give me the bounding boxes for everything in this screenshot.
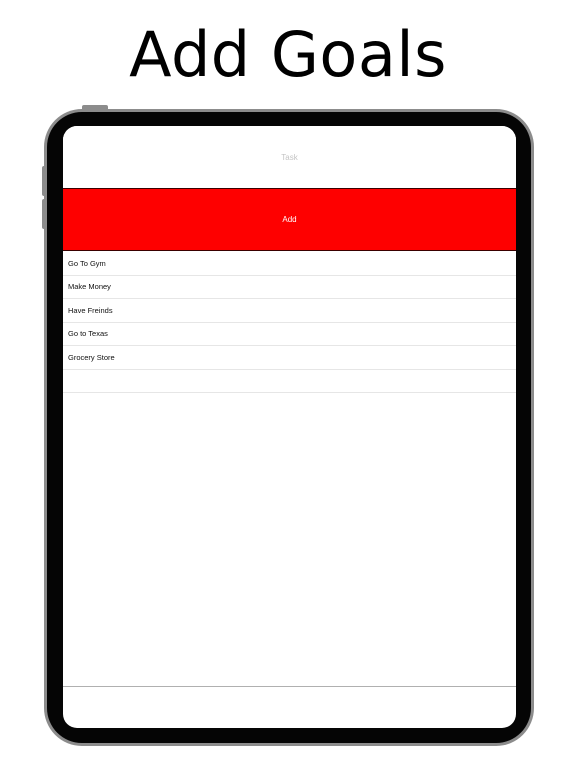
list-item-label: Grocery Store [68,352,115,362]
list-item[interactable]: Have Freinds [63,299,516,323]
list-item-label: Make Money [68,282,111,292]
list-item-label: Have Freinds [68,305,113,315]
app-screen: Add Go To Gym Make Money Have Freinds Go… [63,126,516,728]
list-item-empty[interactable] [63,370,516,393]
list-item[interactable]: Go To Gym [63,252,516,276]
goals-list: Go To Gym Make Money Have Freinds Go to … [63,252,516,393]
list-item[interactable]: Make Money [63,276,516,299]
list-item[interactable]: Go to Texas [63,323,516,346]
task-input[interactable] [63,126,516,188]
add-button-label: Add [282,215,297,224]
list-item[interactable]: Grocery Store [63,346,516,370]
add-button[interactable]: Add [63,188,516,251]
toolbar-divider [63,686,516,687]
list-item-label: Go To Gym [68,258,106,268]
page: Add Goals Add Go To Gym Make Money Have … [0,0,576,768]
page-headline: Add Goals [129,18,447,91]
list-item-label: Go to Texas [68,329,108,339]
